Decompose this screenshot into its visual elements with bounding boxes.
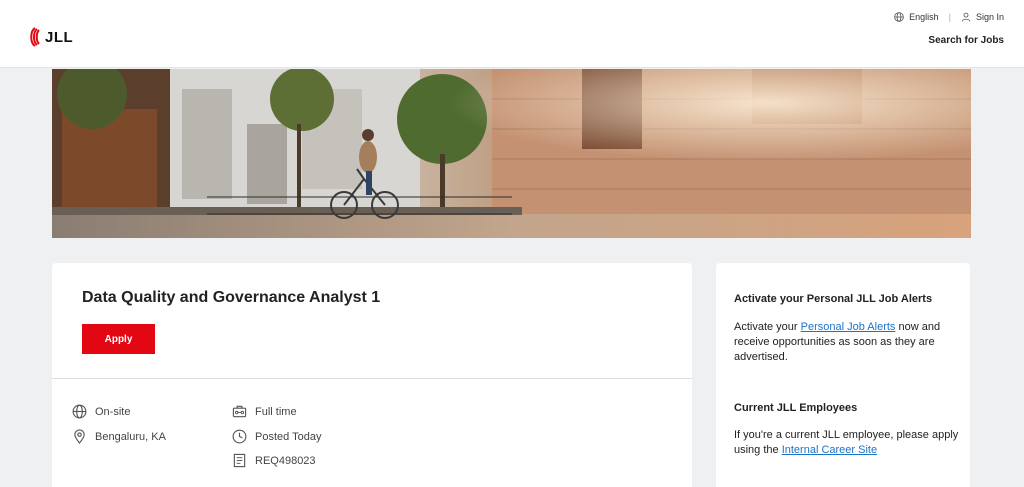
sign-in-link[interactable]: Sign In	[961, 12, 1004, 22]
job-details-card: Data Quality and Governance Analyst 1 Ap…	[52, 263, 692, 487]
logo-wordmark: JLL	[45, 28, 74, 46]
alerts-text-start: Activate your	[734, 321, 801, 333]
job-alerts-card: Activate your Personal JLL Job Alerts Ac…	[716, 263, 970, 487]
job-alerts-text: Activate your Personal Job Alerts now an…	[734, 320, 959, 365]
personal-job-alerts-link[interactable]: Personal Job Alerts	[801, 321, 896, 333]
briefcase-icon	[232, 405, 247, 418]
employment-type: Full time	[232, 404, 297, 419]
jll-logo[interactable]: JLL	[28, 27, 73, 47]
hero-image	[52, 69, 971, 238]
location-pin-icon	[74, 429, 85, 444]
sign-in-label: Sign In	[975, 12, 1004, 22]
work-mode: On-site	[72, 404, 130, 419]
internal-career-site-link[interactable]: Internal Career Site	[782, 444, 877, 456]
requisition-id: REQ498023	[232, 453, 316, 468]
current-employees-text: If you're a current JLL employee, please…	[734, 428, 959, 458]
globe-icon	[72, 404, 87, 419]
user-icon	[961, 12, 971, 22]
current-employees-heading: Current JLL Employees	[734, 402, 858, 414]
posted-label: Posted Today	[255, 430, 322, 443]
card-divider	[52, 378, 692, 379]
language-selector[interactable]: English	[894, 12, 939, 22]
utility-bar: English | Sign In	[894, 10, 1004, 24]
job-location: Bengaluru, KA	[72, 429, 166, 444]
work-mode-label: On-site	[95, 405, 131, 418]
jll-logo-icon	[30, 27, 40, 47]
posted-date: Posted Today	[232, 429, 321, 444]
job-title: Data Quality and Governance Analyst 1	[82, 289, 381, 306]
apply-button[interactable]: Apply	[82, 324, 155, 354]
document-icon	[233, 453, 246, 468]
language-label: English	[909, 12, 939, 22]
requisition-label: REQ498023	[255, 454, 316, 467]
location-label: Bengaluru, KA	[95, 430, 166, 443]
employment-type-label: Full time	[255, 405, 297, 418]
site-header: JLL English | Sign In Search for Jobs	[0, 0, 1024, 68]
util-separator: |	[948, 12, 951, 22]
job-alerts-heading: Activate your Personal JLL Job Alerts	[734, 293, 933, 305]
globe-icon	[894, 12, 904, 22]
search-jobs-link[interactable]: Search for Jobs	[928, 35, 1004, 46]
clock-icon	[232, 429, 247, 444]
